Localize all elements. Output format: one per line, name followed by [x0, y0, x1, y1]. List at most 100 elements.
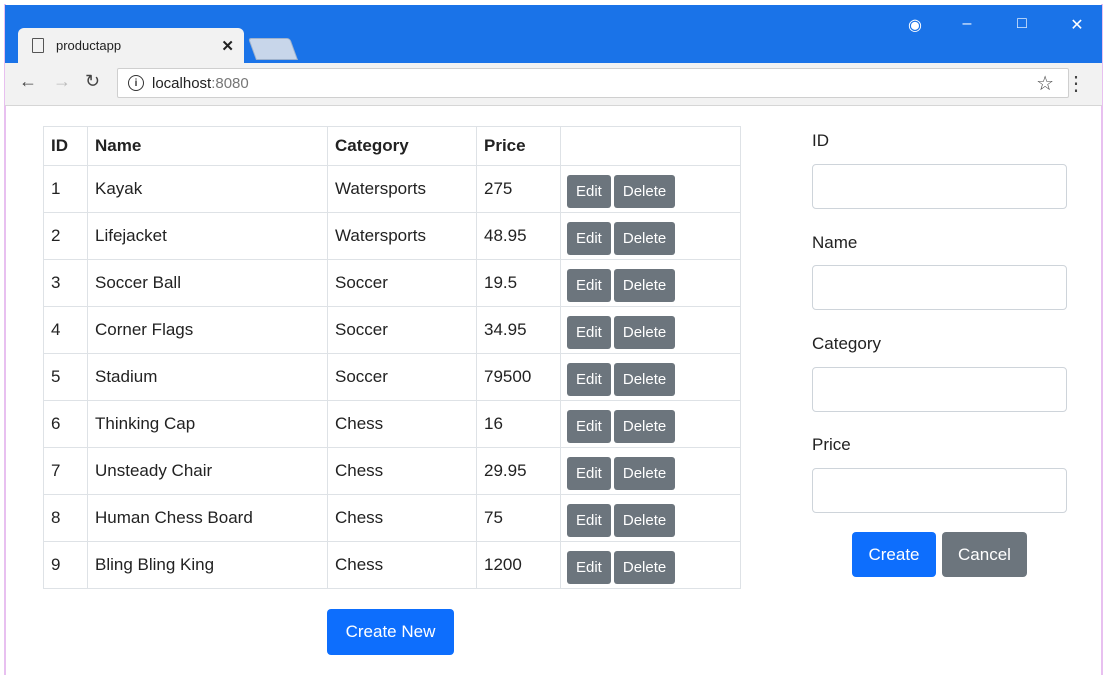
edit-button[interactable]: Edit — [567, 456, 611, 490]
cell-name: Thinking Cap — [87, 400, 328, 448]
profile-icon[interactable]: ◉ — [900, 15, 930, 35]
cell-actions: Edit Delete — [560, 400, 741, 448]
header-price: Price — [476, 126, 561, 166]
table-row: 8 Human Chess Board Chess 75 Edit Delete — [43, 494, 741, 542]
create-button[interactable]: Create — [852, 532, 936, 577]
cell-price: 16 — [476, 400, 561, 448]
minimize-icon[interactable]: – — [952, 15, 982, 33]
category-label: Category — [812, 334, 881, 353]
edit-button[interactable]: Edit — [567, 174, 611, 208]
cancel-button[interactable]: Cancel — [942, 532, 1027, 577]
cell-name: Corner Flags — [87, 306, 328, 354]
header-name: Name — [87, 126, 328, 166]
table-row: 3 Soccer Ball Soccer 19.5 Edit Delete — [43, 259, 741, 307]
table-row: 5 Stadium Soccer 79500 Edit Delete — [43, 353, 741, 401]
table-row: 1 Kayak Watersports 275 Edit Delete — [43, 165, 741, 213]
cell-actions: Edit Delete — [560, 541, 741, 589]
edit-button[interactable]: Edit — [567, 362, 611, 396]
forward-icon[interactable]: → — [53, 71, 71, 92]
cell-actions: Edit Delete — [560, 306, 741, 354]
cell-id: 6 — [43, 400, 88, 448]
cell-price: 19.5 — [476, 259, 561, 307]
cell-name: Unsteady Chair — [87, 447, 328, 495]
tab-title: productapp — [56, 38, 122, 53]
cell-name: Soccer Ball — [87, 259, 328, 307]
price-input[interactable] — [812, 468, 1067, 513]
url-port: :8080 — [211, 74, 249, 92]
cell-category: Chess — [327, 400, 477, 448]
browser-tab[interactable]: productapp ✕ — [18, 28, 244, 63]
edit-button[interactable]: Edit — [567, 221, 611, 255]
cell-actions: Edit Delete — [560, 447, 741, 495]
edit-button[interactable]: Edit — [567, 550, 611, 584]
price-label: Price — [812, 435, 851, 454]
cell-price: 79500 — [476, 353, 561, 401]
close-window-icon[interactable]: ✕ — [1062, 15, 1092, 35]
delete-button[interactable]: Delete — [613, 503, 676, 537]
id-input[interactable] — [812, 164, 1067, 209]
back-icon[interactable]: ← — [19, 71, 37, 92]
category-input[interactable] — [812, 367, 1067, 412]
delete-button[interactable]: Delete — [613, 456, 676, 490]
cell-name: Human Chess Board — [87, 494, 328, 542]
cell-id: 3 — [43, 259, 88, 307]
bookmark-star-icon[interactable]: ☆ — [1036, 71, 1054, 96]
cell-category: Soccer — [327, 306, 477, 354]
url-host: localhost — [152, 74, 212, 92]
edit-button[interactable]: Edit — [567, 268, 611, 302]
cell-id: 1 — [43, 165, 88, 213]
cell-name: Stadium — [87, 353, 328, 401]
delete-button[interactable]: Delete — [613, 221, 676, 255]
cell-id: 4 — [43, 306, 88, 354]
table-row: 4 Corner Flags Soccer 34.95 Edit Delete — [43, 306, 741, 354]
cell-price: 275 — [476, 165, 561, 213]
cell-name: Kayak — [87, 165, 328, 213]
cell-name: Bling Bling King — [87, 541, 328, 589]
table-row: 7 Unsteady Chair Chess 29.95 Edit Delete — [43, 447, 741, 495]
cell-id: 5 — [43, 353, 88, 401]
cell-category: Watersports — [327, 212, 477, 260]
browser-menu-icon[interactable]: ⋮ — [1066, 71, 1086, 96]
cell-actions: Edit Delete — [560, 259, 741, 307]
cell-category: Watersports — [327, 165, 477, 213]
cell-category: Soccer — [327, 353, 477, 401]
document-icon — [32, 38, 44, 53]
browser-toolbar: ← → ↻ i localhost:8080 ☆ ⋮ — [5, 63, 1102, 106]
cell-category: Chess — [327, 447, 477, 495]
cell-price: 1200 — [476, 541, 561, 589]
info-icon[interactable]: i — [128, 75, 144, 91]
address-bar[interactable]: i localhost:8080 — [117, 68, 1069, 98]
cell-category: Chess — [327, 494, 477, 542]
cell-price: 75 — [476, 494, 561, 542]
cell-actions: Edit Delete — [560, 212, 741, 260]
cell-category: Chess — [327, 541, 477, 589]
cell-id: 9 — [43, 541, 88, 589]
create-new-button[interactable]: Create New — [327, 609, 454, 655]
cell-actions: Edit Delete — [560, 165, 741, 213]
table-header-row: ID Name Category Price — [43, 126, 741, 166]
name-label: Name — [812, 233, 858, 252]
delete-button[interactable]: Delete — [613, 409, 676, 443]
delete-button[interactable]: Delete — [613, 550, 676, 584]
delete-button[interactable]: Delete — [613, 174, 676, 208]
header-category: Category — [327, 126, 477, 166]
table-row: 2 Lifejacket Watersports 48.95 Edit Delete — [43, 212, 741, 260]
new-tab-button[interactable] — [247, 38, 299, 60]
edit-button[interactable]: Edit — [567, 409, 611, 443]
header-id: ID — [43, 126, 88, 166]
edit-button[interactable]: Edit — [567, 315, 611, 349]
cell-id: 7 — [43, 447, 88, 495]
close-tab-icon[interactable]: ✕ — [221, 37, 234, 55]
edit-button[interactable]: Edit — [567, 503, 611, 537]
cell-id: 2 — [43, 212, 88, 260]
reload-icon[interactable]: ↻ — [85, 71, 100, 92]
cell-actions: Edit Delete — [560, 494, 741, 542]
cell-price: 29.95 — [476, 447, 561, 495]
maximize-icon[interactable]: □ — [1007, 15, 1037, 33]
name-input[interactable] — [812, 265, 1067, 310]
cell-actions: Edit Delete — [560, 353, 741, 401]
cell-name: Lifejacket — [87, 212, 328, 260]
delete-button[interactable]: Delete — [613, 268, 676, 302]
delete-button[interactable]: Delete — [613, 362, 676, 396]
delete-button[interactable]: Delete — [613, 315, 676, 349]
